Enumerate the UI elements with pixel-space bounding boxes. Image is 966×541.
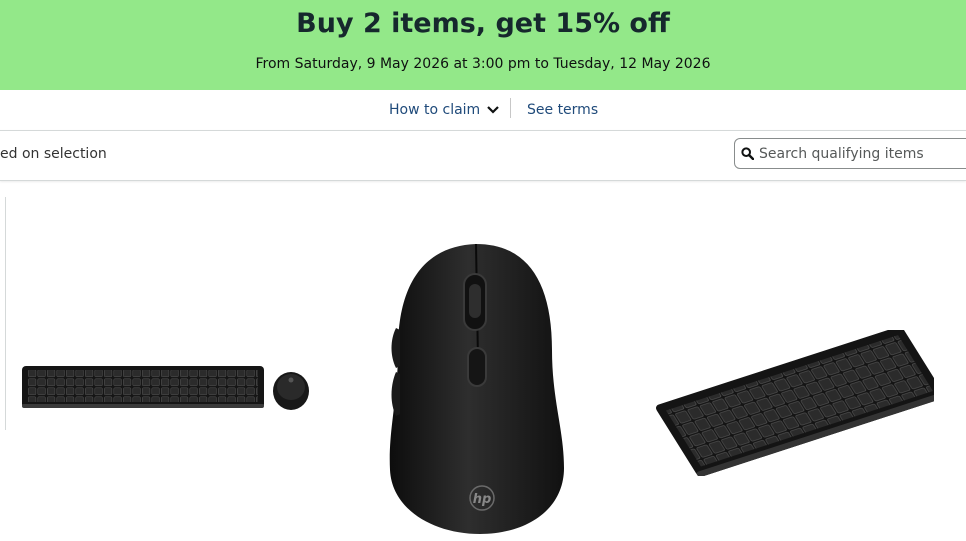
promo-banner: Buy 2 items, get 15% off From Saturday, … [0,0,966,90]
product-compact-keyboard[interactable] [650,326,945,477]
filter-bar: ed on selection [0,130,966,181]
search-input[interactable] [759,143,959,165]
hp-logo: hp [473,492,492,507]
search-box[interactable] [734,138,966,169]
how-to-claim-label: How to claim [389,102,481,118]
claim-row: How to claim See terms [0,90,966,130]
product-keyboard-mouse-combo[interactable] [18,360,314,416]
filter-status-text: ed on selection [0,146,107,162]
search-icon [741,147,754,160]
see-terms-link[interactable]: See terms [527,101,598,119]
promo-dates: From Saturday, 9 May 2026 at 3:00 pm to … [255,56,711,72]
product-wireless-mouse[interactable]: hp [384,240,570,536]
promo-title: Buy 2 items, get 15% off [296,8,670,39]
how-to-claim-button[interactable]: How to claim [389,101,500,119]
wireless-mouse-image: hp [389,243,564,534]
chevron-down-icon [487,106,499,114]
keyboard-mouse-combo-image [22,366,309,410]
link-separator [510,98,511,118]
compact-keyboard-image [656,326,945,477]
left-divider [5,197,6,430]
